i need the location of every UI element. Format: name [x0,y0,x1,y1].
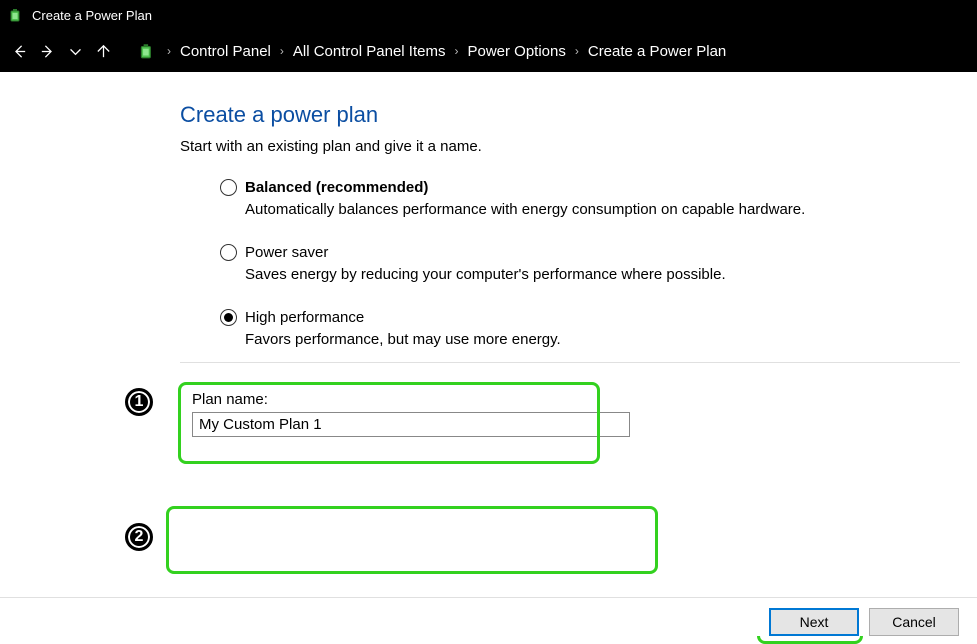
chevron-down-icon [67,43,84,60]
chevron-right-icon: › [575,44,579,58]
window-title: Create a Power Plan [32,8,152,23]
arrow-up-icon [95,43,112,60]
next-button[interactable]: Next [769,608,859,636]
battery-icon [8,7,24,23]
plan-option-saver[interactable]: Power saver Saves energy by reducing you… [220,244,960,283]
plan-balanced-title: Balanced (recommended) [245,179,428,196]
radio-icon[interactable] [220,244,237,261]
chevron-right-icon: › [167,44,171,58]
plan-balanced-desc: Automatically balances performance with … [245,201,960,218]
battery-icon [138,42,156,60]
main-content: Create a power plan Start with an existi… [180,102,960,449]
step-badge-2: 2 [125,523,153,551]
arrow-left-icon [11,43,28,60]
divider [180,362,960,363]
titlebar: Create a Power Plan [0,0,977,30]
chevron-right-icon: › [454,44,458,58]
plan-name-label: Plan name: [192,391,948,408]
back-button[interactable] [8,40,30,62]
up-button[interactable] [92,40,114,62]
plan-high-desc: Favors performance, but may use more ene… [245,331,960,348]
plan-option-high[interactable]: High performance Favors performance, but… [220,309,960,348]
plan-option-balanced[interactable]: Balanced (recommended) Automatically bal… [220,179,960,218]
breadcrumb-control-panel[interactable]: Control Panel [180,43,271,60]
plan-saver-title: Power saver [245,244,328,261]
plan-name-section: Plan name: [180,383,960,449]
plan-name-input[interactable] [192,412,630,437]
highlight-plan-name [166,506,658,574]
footer-bar: Next Cancel [0,597,977,636]
recent-locations-button[interactable] [64,40,86,62]
radio-icon[interactable] [220,179,237,196]
breadcrumb-power-options[interactable]: Power Options [467,43,565,60]
breadcrumb-create-plan[interactable]: Create a Power Plan [588,43,726,60]
chevron-right-icon: › [280,44,284,58]
forward-button[interactable] [36,40,58,62]
page-title: Create a power plan [180,102,960,128]
breadcrumb-all-items[interactable]: All Control Panel Items [293,43,446,60]
plan-high-title: High performance [245,309,364,326]
navigation-bar: › Control Panel › All Control Panel Item… [0,30,977,72]
arrow-right-icon [39,43,56,60]
radio-icon[interactable] [220,309,237,326]
cancel-button[interactable]: Cancel [869,608,959,636]
plan-saver-desc: Saves energy by reducing your computer's… [245,266,960,283]
page-subtitle: Start with an existing plan and give it … [180,138,960,155]
step-badge-1: 1 [125,388,153,416]
